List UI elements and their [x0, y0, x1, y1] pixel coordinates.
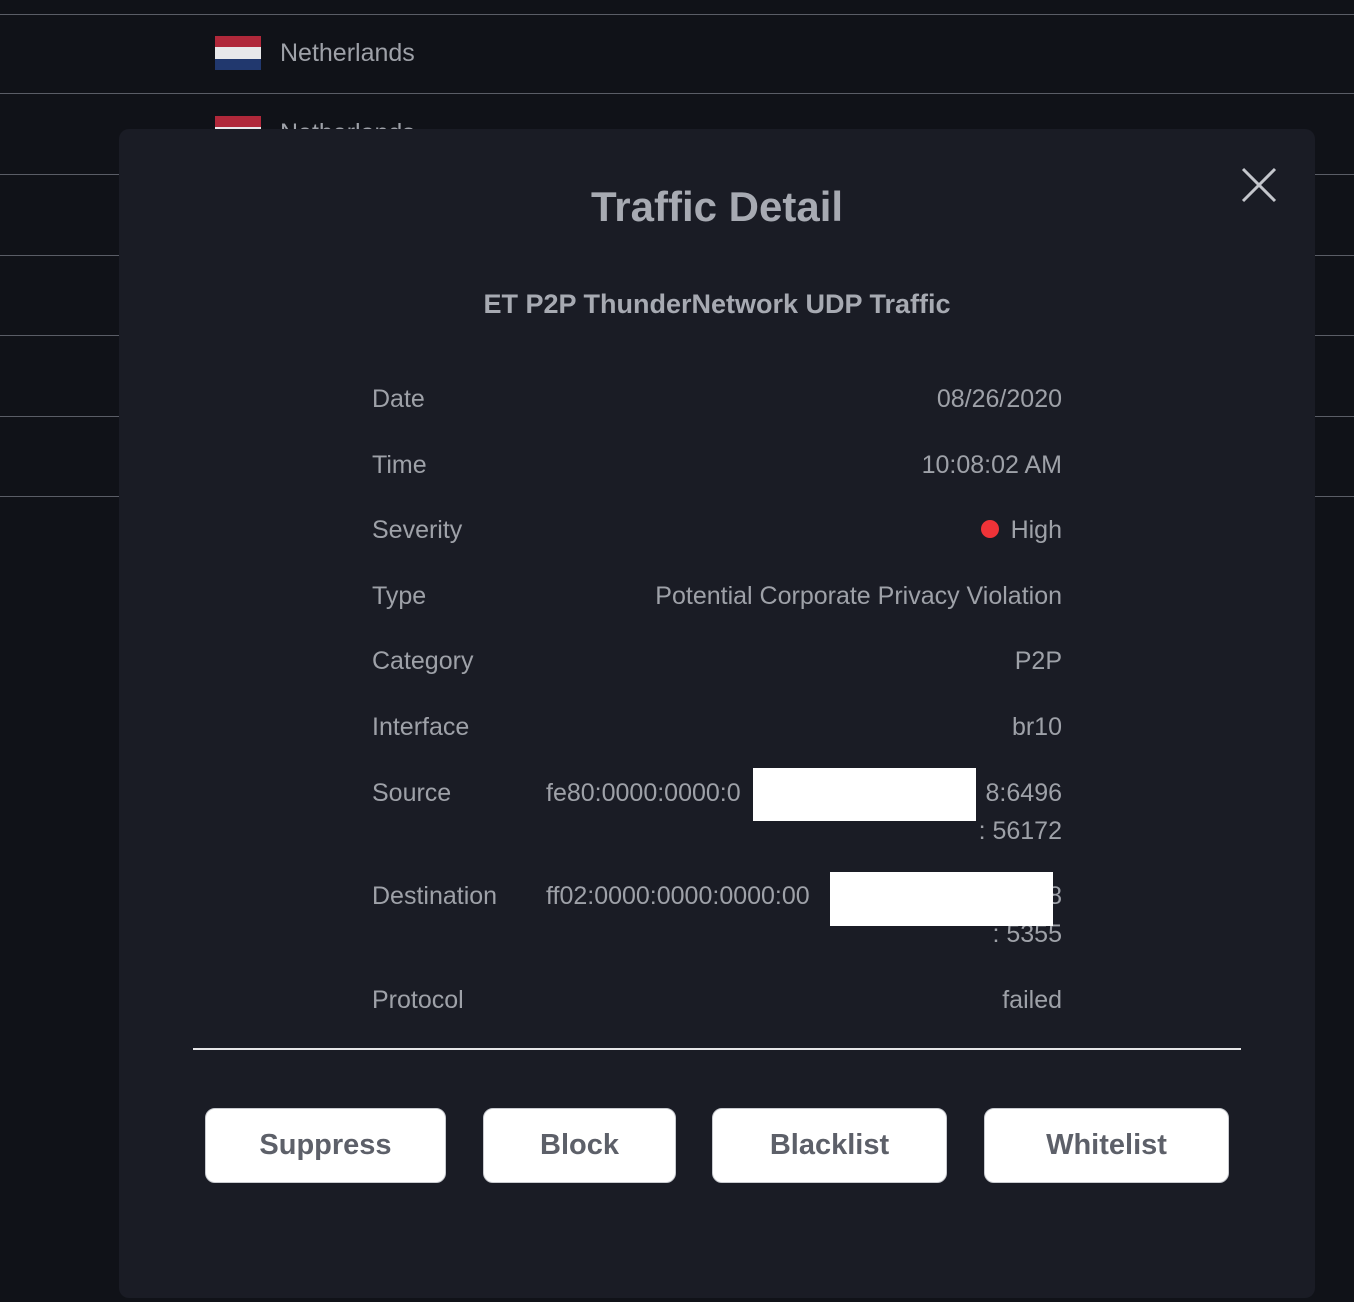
severity-high-dot-icon — [980, 520, 999, 539]
country-label: Netherlands — [280, 39, 415, 67]
time-value: 10:08:02 AM — [921, 451, 1062, 479]
whitelist-button[interactable]: Whitelist — [984, 1108, 1229, 1183]
divider — [193, 1048, 1241, 1050]
severity-label: Severity — [372, 516, 463, 544]
traffic-detail-modal: Traffic Detail ET P2P ThunderNetwork UDP… — [119, 129, 1315, 1298]
destination-label: Destination — [372, 882, 498, 910]
alert-signature: ET P2P ThunderNetwork UDP Traffic — [483, 289, 951, 319]
suppress-button[interactable]: Suppress — [205, 1108, 446, 1183]
modal-title: Traffic Detail — [590, 183, 844, 230]
severity-value: High — [980, 516, 1062, 545]
protocol-value: failed — [1002, 986, 1062, 1014]
date-value: 08/26/2020 — [936, 385, 1062, 413]
interface-value: br10 — [1011, 713, 1062, 741]
date-label: Date — [372, 385, 425, 413]
blacklist-button[interactable]: Blacklist — [712, 1108, 947, 1183]
protocol-label: Protocol — [372, 986, 464, 1014]
interface-label: Interface — [372, 713, 470, 741]
source-label: Source — [372, 779, 452, 807]
time-label: Time — [372, 451, 427, 479]
type-value: Potential Corporate Privacy Violation — [655, 582, 1062, 610]
category-value: P2P — [1014, 647, 1062, 675]
source-address-end: 8:6496 — [985, 779, 1062, 807]
severity-text: High — [1010, 516, 1062, 544]
source-port: : 56172 — [978, 817, 1062, 845]
category-label: Category — [372, 647, 474, 675]
redaction-box — [830, 872, 1053, 926]
block-button[interactable]: Block — [483, 1108, 676, 1183]
type-label: Type — [372, 582, 427, 610]
source-address-start: fe80:0000:0000:0 — [546, 779, 741, 807]
netherlands-flag-icon — [215, 36, 261, 70]
redaction-box — [753, 768, 976, 821]
destination-address-start: ff02:0000:0000:0000:00 — [546, 882, 810, 910]
list-item[interactable]: Netherlands — [0, 14, 1354, 94]
